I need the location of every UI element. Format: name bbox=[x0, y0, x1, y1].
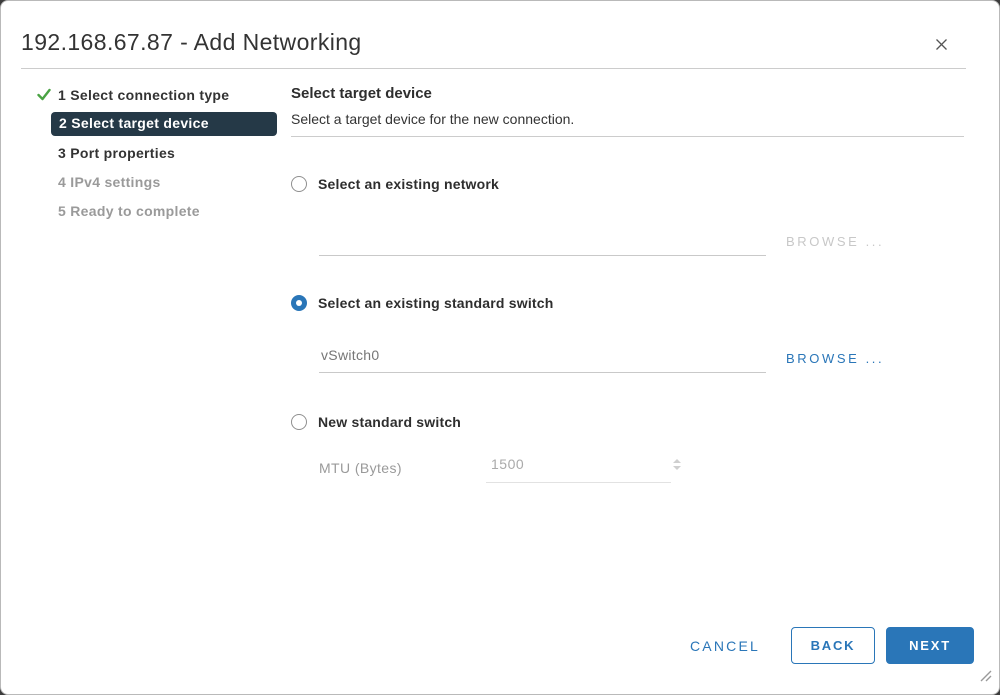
mtu-input-wrap bbox=[486, 454, 681, 483]
page-subtitle: Select a target device for the new conne… bbox=[291, 111, 575, 127]
wizard-steps: 1 Select connection type 2 Select target… bbox=[37, 80, 277, 225]
step-label: 3 Port properties bbox=[58, 144, 176, 161]
step-label: 5 Ready to complete bbox=[58, 202, 200, 219]
active-step-pill: 2 Select target device bbox=[51, 111, 277, 136]
close-icon bbox=[933, 36, 950, 58]
mtu-input[interactable] bbox=[486, 454, 672, 472]
cancel-button[interactable]: CANCEL bbox=[690, 627, 760, 664]
add-networking-dialog: 192.168.67.87 - Add Networking 1 Select … bbox=[0, 0, 1000, 695]
step-label: 4 IPv4 settings bbox=[58, 173, 161, 190]
number-stepper-icon[interactable] bbox=[672, 454, 686, 470]
radio-new-standard-switch[interactable]: New standard switch bbox=[291, 414, 461, 430]
back-button[interactable]: BACK bbox=[791, 627, 875, 664]
step-select-target-device[interactable]: 2 Select target device bbox=[37, 109, 277, 138]
header-divider bbox=[21, 68, 966, 69]
radio-button-icon[interactable] bbox=[291, 176, 307, 192]
radio-button-checked-icon[interactable] bbox=[291, 295, 307, 311]
close-button[interactable] bbox=[931, 37, 951, 57]
step-ready-to-complete: 5 Ready to complete bbox=[37, 196, 277, 225]
dialog-footer: CANCEL BACK NEXT bbox=[690, 627, 974, 664]
radio-label: Select an existing network bbox=[318, 176, 500, 192]
existing-network-field-row: BROWSE ... bbox=[319, 227, 884, 256]
content-divider bbox=[291, 136, 964, 137]
radio-label: Select an existing standard switch bbox=[318, 295, 554, 311]
page-title: Select target device bbox=[291, 85, 432, 102]
step-completed-check-icon bbox=[37, 88, 58, 101]
browse-switch-button[interactable]: BROWSE ... bbox=[786, 351, 884, 373]
mtu-label: MTU (Bytes) bbox=[319, 460, 402, 476]
step-label: 1 Select connection type bbox=[58, 86, 230, 103]
step-port-properties[interactable]: 3 Port properties bbox=[37, 138, 277, 167]
step-ipv4-settings: 4 IPv4 settings bbox=[37, 167, 277, 196]
browse-network-button: BROWSE ... bbox=[786, 234, 885, 249]
next-button[interactable]: NEXT bbox=[886, 627, 974, 664]
existing-switch-field-row: BROWSE ... bbox=[319, 344, 884, 373]
existing-switch-input[interactable] bbox=[319, 344, 766, 373]
step-select-connection-type[interactable]: 1 Select connection type bbox=[37, 80, 277, 109]
radio-button-icon[interactable] bbox=[291, 414, 307, 430]
radio-existing-standard-switch[interactable]: Select an existing standard switch bbox=[291, 295, 554, 311]
content-pane: Select target device Select a target dev… bbox=[291, 85, 964, 137]
radio-label: New standard switch bbox=[318, 414, 462, 430]
existing-network-input[interactable] bbox=[319, 227, 766, 256]
dialog-title: 192.168.67.87 - Add Networking bbox=[21, 29, 362, 55]
mtu-row: MTU (Bytes) bbox=[319, 454, 681, 483]
radio-existing-network[interactable]: Select an existing network bbox=[291, 176, 499, 192]
resize-grip-icon[interactable] bbox=[980, 669, 992, 687]
